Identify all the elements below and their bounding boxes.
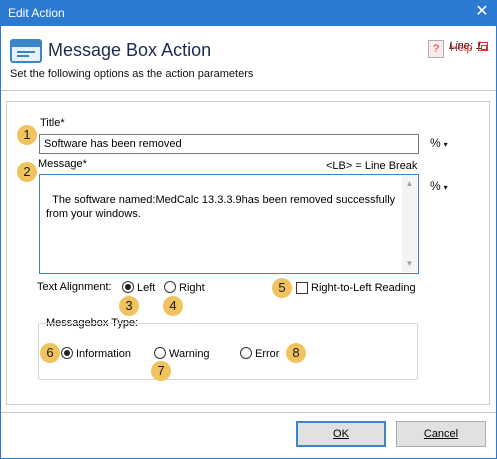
type-information-radio[interactable] xyxy=(61,347,73,359)
callout-badge-3: 3 xyxy=(119,296,139,316)
scroll-down-icon[interactable]: ▼ xyxy=(402,257,417,271)
title-input[interactable]: Software has been removed xyxy=(39,134,419,154)
dialog-subtitle: Set the following options as the action … xyxy=(10,68,254,80)
callout-badge-8: 8 xyxy=(286,343,306,363)
text-alignment-label: Text Alignment: xyxy=(37,281,112,293)
callout-badge-2: 2 xyxy=(17,162,37,182)
scroll-up-icon[interactable]: ▲ xyxy=(402,177,417,191)
callout-badge-1: 1 xyxy=(17,125,37,145)
help-question-icon[interactable]: ? xyxy=(428,40,444,58)
footer-divider xyxy=(1,412,496,413)
align-right-label[interactable]: Right xyxy=(179,282,205,294)
popout-window-icon[interactable] xyxy=(478,42,488,51)
cancel-button[interactable]: Cancel xyxy=(396,421,486,447)
align-right-radio[interactable] xyxy=(164,281,176,293)
title-label: Title* xyxy=(40,117,65,129)
callout-badge-4: 4 xyxy=(163,296,183,316)
dialog-header: Message Box Action Line: 1 Set the follo… xyxy=(1,26,496,90)
percent-label: % xyxy=(430,179,441,193)
cancel-label: Cancel xyxy=(423,428,459,440)
chevron-down-icon: ▾ xyxy=(443,140,448,149)
header-divider xyxy=(1,90,496,91)
align-left-radio[interactable] xyxy=(122,281,134,293)
rtl-reading-label[interactable]: Right-to-Left Reading xyxy=(311,282,416,294)
help-label[interactable]: Help xyxy=(450,42,473,54)
message-textarea[interactable]: The software named:MedCalc 13.3.3.9has b… xyxy=(39,174,419,274)
message-variable-button[interactable]: % ▾ xyxy=(430,179,448,193)
dialog-title: Message Box Action xyxy=(48,40,212,60)
message-text: The software named:MedCalc 13.3.3.9has b… xyxy=(46,194,396,220)
percent-label: % xyxy=(430,136,441,150)
message-scrollbar[interactable]: ▲ ▼ xyxy=(402,176,417,272)
title-variable-button[interactable]: % ▾ xyxy=(430,136,448,150)
window-titlebar: Edit Action ✕ xyxy=(0,0,497,26)
type-information-label[interactable]: Information xyxy=(76,348,131,360)
type-error-label[interactable]: Error xyxy=(255,348,279,360)
callout-badge-7: 7 xyxy=(151,361,171,381)
message-label: Message* xyxy=(38,158,87,170)
ok-button[interactable]: OK xyxy=(296,421,386,447)
message-box-icon xyxy=(10,39,42,63)
chevron-down-icon: ▾ xyxy=(443,183,448,192)
line-break-hint: <LB> = Line Break xyxy=(326,160,418,172)
close-icon[interactable]: ✕ xyxy=(467,0,497,26)
callout-badge-5: 5 xyxy=(272,278,292,298)
callout-badge-6: 6 xyxy=(40,343,60,363)
type-warning-radio[interactable] xyxy=(154,347,166,359)
window-title: Edit Action xyxy=(8,6,65,20)
align-left-label[interactable]: Left xyxy=(137,282,155,294)
type-warning-label[interactable]: Warning xyxy=(169,348,210,360)
type-error-radio[interactable] xyxy=(240,347,252,359)
ok-label: OK xyxy=(333,428,349,440)
rtl-reading-checkbox[interactable] xyxy=(296,282,308,294)
